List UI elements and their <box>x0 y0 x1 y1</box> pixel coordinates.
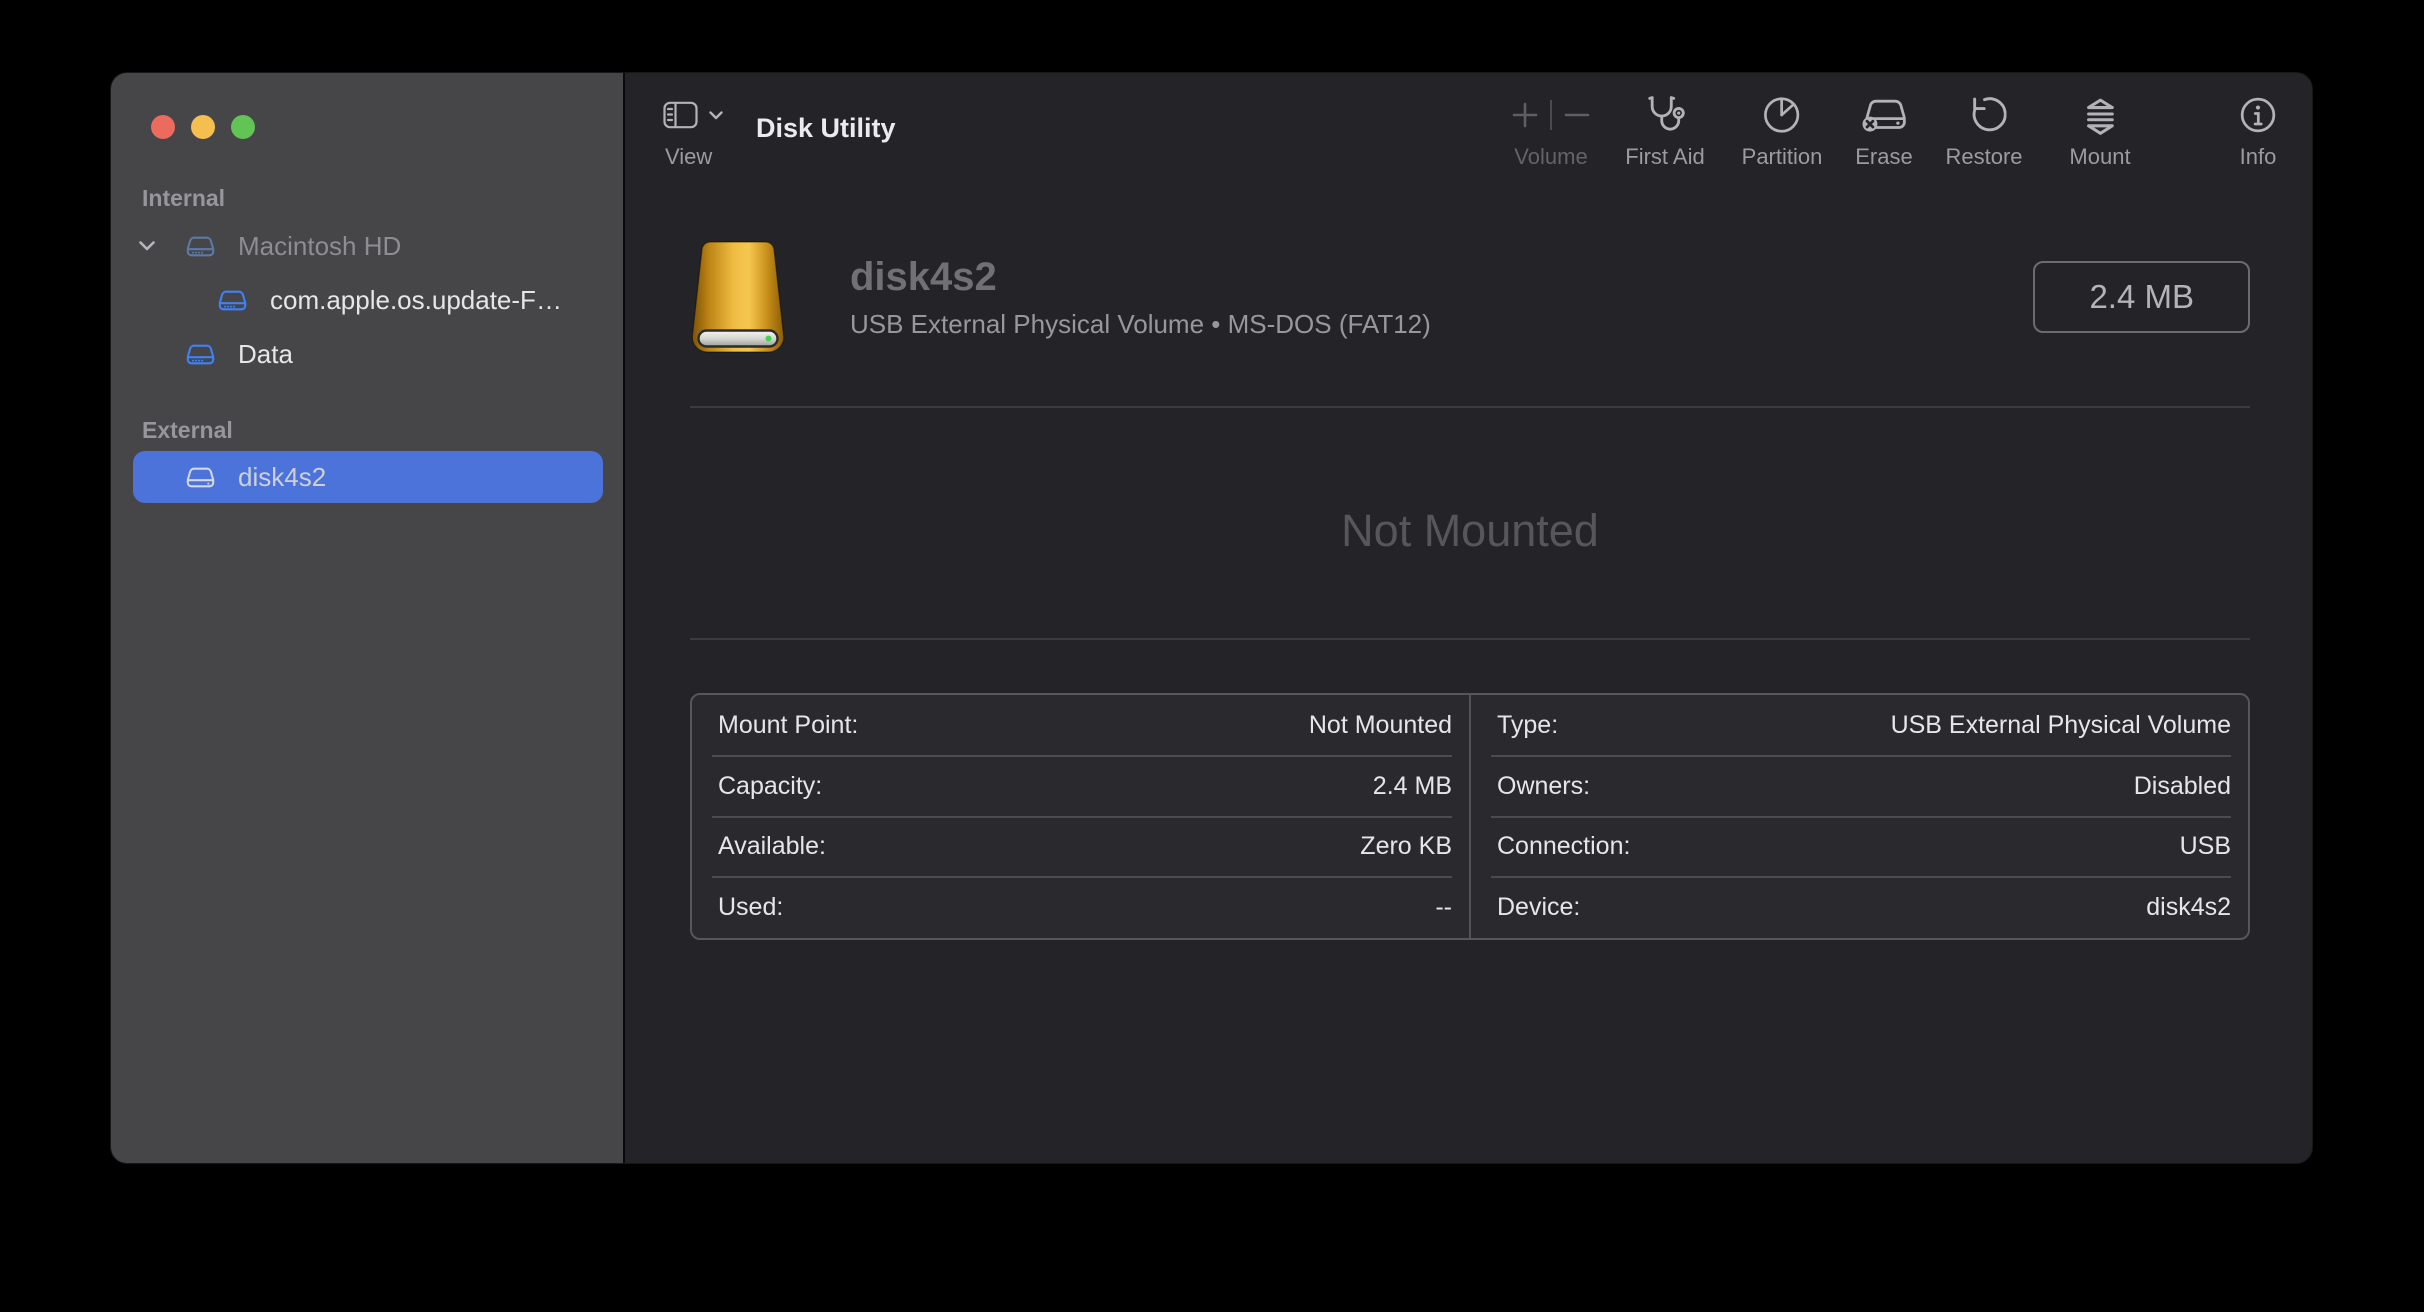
details-column-right: Type: USB External Physical Volume Owner… <box>1469 695 2248 938</box>
detail-value: Not Mounted <box>1309 711 1452 740</box>
detail-label: Used: <box>718 893 783 922</box>
detail-label: Type: <box>1497 711 1558 740</box>
detail-label: Mount Point: <box>718 711 858 740</box>
traffic-lights <box>151 115 255 139</box>
mount-button[interactable]: Mount <box>2069 93 2130 169</box>
volume-header: disk4s2 USB External Physical Volume • M… <box>690 240 2250 354</box>
partition-button[interactable]: Partition <box>1742 93 1823 169</box>
sidebar-section-external: External <box>142 417 233 443</box>
divider <box>690 406 2250 408</box>
detail-row-mount-point: Mount Point: Not Mounted <box>692 695 1469 756</box>
mount-status-message: Not Mounted <box>690 506 2250 556</box>
detail-label: Owners: <box>1497 772 1590 801</box>
detail-value: Disabled <box>2134 772 2231 801</box>
disk-utility-window: Internal Macintosh HD <box>111 73 2312 1163</box>
details-table: Mount Point: Not Mounted Capacity: 2.4 M… <box>690 693 2250 940</box>
mount-stack-icon <box>2078 93 2122 137</box>
detail-label: Capacity: <box>718 772 822 801</box>
detail-row-owners: Owners: Disabled <box>1471 756 2248 817</box>
detail-value: 2.4 MB <box>1373 772 1452 801</box>
external-drive-artwork-icon <box>690 240 786 354</box>
detail-value: -- <box>1435 893 1452 922</box>
volume-button-label: Volume <box>1514 145 1587 169</box>
volume-subtitle: USB External Physical Volume • MS-DOS (F… <box>850 309 1431 340</box>
erase-button[interactable]: Erase <box>1855 93 1912 169</box>
restore-button[interactable]: Restore <box>1945 93 2022 169</box>
sidebar: Internal Macintosh HD <box>111 73 625 1163</box>
detail-value: Zero KB <box>1360 832 1452 861</box>
sidebar-item-label: Macintosh HD <box>238 231 401 262</box>
erase-button-label: Erase <box>1855 145 1912 169</box>
info-icon <box>2237 94 2279 136</box>
detail-value: USB External Physical Volume <box>1891 711 2231 740</box>
detail-label: Connection: <box>1497 832 1630 861</box>
partition-button-label: Partition <box>1742 145 1823 169</box>
remove-volume-icon <box>1562 100 1592 130</box>
sidebar-item-label: com.apple.os.update-F8… <box>270 285 570 316</box>
restore-arrow-icon <box>1962 93 2006 137</box>
sidebar-toggle-icon <box>663 101 698 129</box>
main-panel: View Disk Utility Volume <box>625 73 2312 1163</box>
details-column-left: Mount Point: Not Mounted Capacity: 2.4 M… <box>692 695 1469 938</box>
sidebar-item-label: Data <box>238 339 293 370</box>
close-window-icon[interactable] <box>151 115 175 139</box>
chevron-down-icon[interactable] <box>139 241 161 251</box>
view-button[interactable]: View <box>663 93 723 169</box>
first-aid-button[interactable]: First Aid <box>1625 93 1704 169</box>
external-drive-icon <box>217 288 248 313</box>
view-button-label: View <box>665 145 723 169</box>
detail-row-type: Type: USB External Physical Volume <box>1471 695 2248 756</box>
restore-button-label: Restore <box>1945 145 2022 169</box>
zoom-window-icon[interactable] <box>231 115 255 139</box>
chevron-down-icon <box>709 111 723 120</box>
add-volume-icon <box>1510 100 1540 130</box>
volume-button: Volume <box>1510 93 1592 169</box>
detail-row-device: Device: disk4s2 <box>1471 877 2248 938</box>
sidebar-item-data[interactable]: Data <box>133 327 603 381</box>
window-title: Disk Utility <box>756 108 896 148</box>
detail-row-used: Used: -- <box>692 877 1469 938</box>
divider <box>690 638 2250 640</box>
detail-value: disk4s2 <box>2146 893 2231 922</box>
sidebar-section-internal: Internal <box>142 185 225 211</box>
external-drive-icon <box>185 465 216 490</box>
first-aid-button-label: First Aid <box>1625 145 1704 169</box>
sidebar-item-macintosh-hd[interactable]: Macintosh HD <box>133 219 603 273</box>
external-drive-icon <box>185 234 216 259</box>
detail-row-connection: Connection: USB <box>1471 817 2248 878</box>
info-button-label: Info <box>2240 145 2277 169</box>
volume-name: disk4s2 <box>850 255 1431 299</box>
detail-row-capacity: Capacity: 2.4 MB <box>692 756 1469 817</box>
sidebar-item-label: disk4s2 <box>238 462 326 493</box>
detail-value: USB <box>2180 832 2231 861</box>
stethoscope-icon <box>1642 92 1688 138</box>
divider <box>1550 100 1552 130</box>
mount-button-label: Mount <box>2069 145 2130 169</box>
detail-label: Available: <box>718 832 826 861</box>
detail-label: Device: <box>1497 893 1580 922</box>
info-button[interactable]: Info <box>2237 93 2279 169</box>
pie-chart-icon <box>1760 93 1804 137</box>
erase-disk-icon <box>1858 93 1910 137</box>
sidebar-item-com-apple-os-update[interactable]: com.apple.os.update-F8… <box>133 273 603 327</box>
external-drive-icon <box>185 342 216 367</box>
detail-row-available: Available: Zero KB <box>692 817 1469 878</box>
sidebar-item-disk4s2[interactable]: disk4s2 <box>133 451 603 503</box>
minimize-window-icon[interactable] <box>191 115 215 139</box>
size-badge: 2.4 MB <box>2033 261 2250 333</box>
